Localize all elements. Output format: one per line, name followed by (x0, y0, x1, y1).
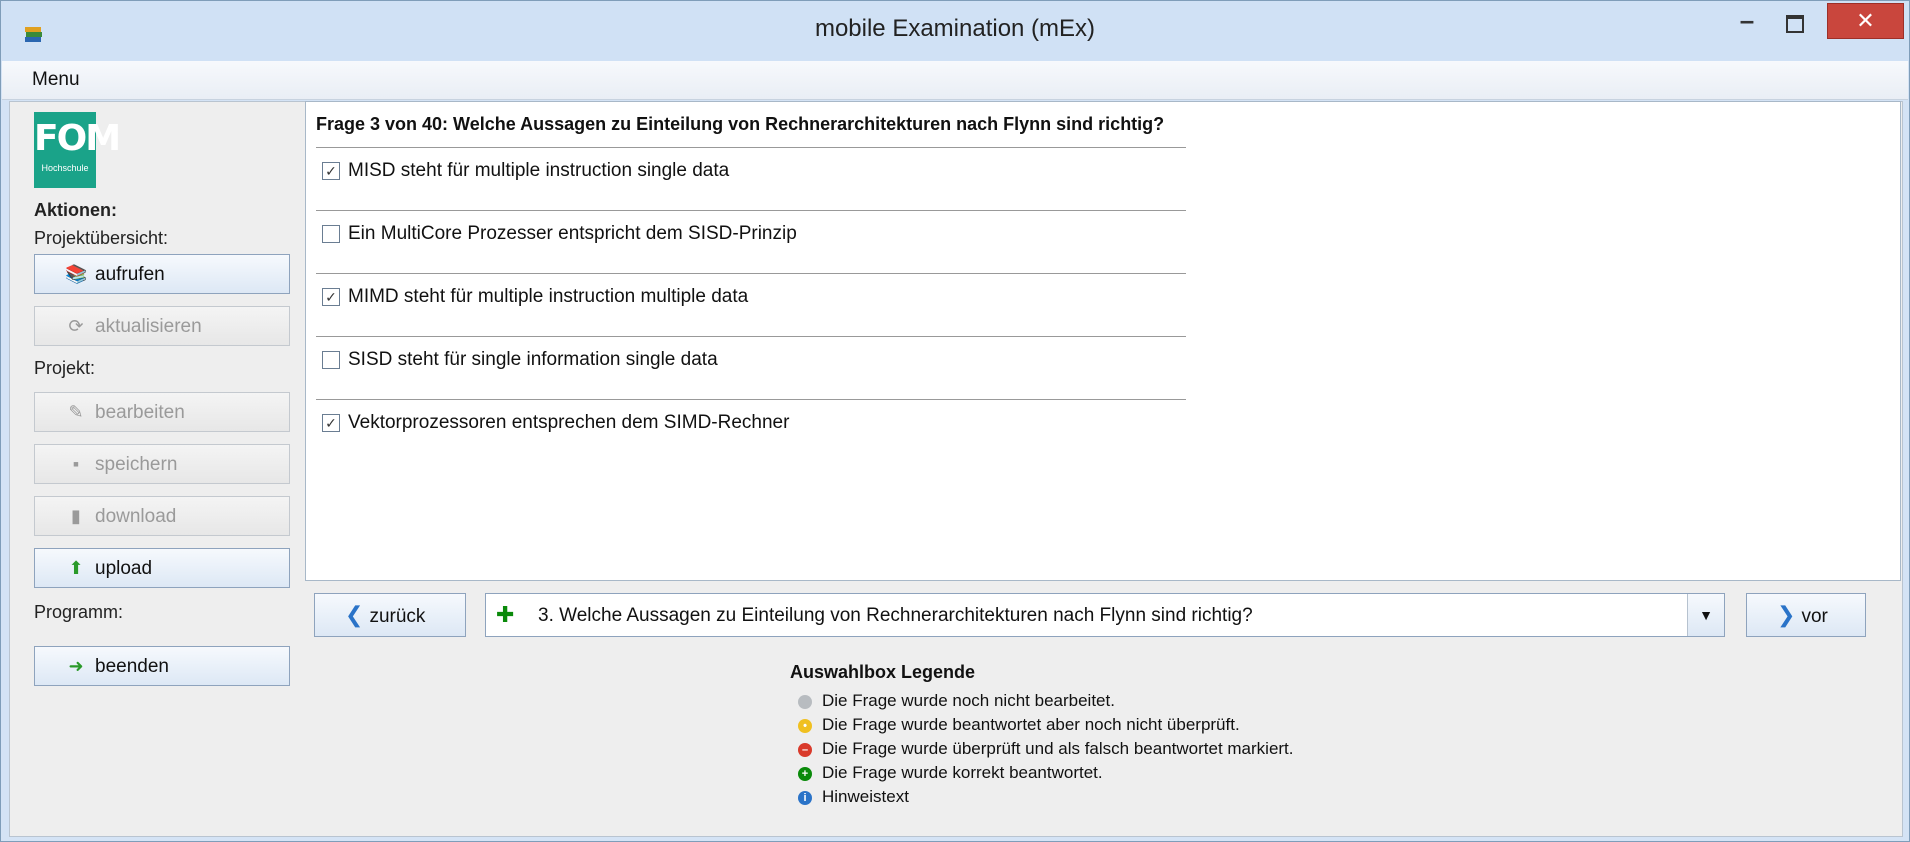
separator (316, 336, 1186, 337)
green-plus-icon: + (798, 766, 812, 781)
option-checkbox[interactable]: ✓ (322, 161, 340, 180)
legend-item: Die Frage wurde noch nicht bearbeitet. (798, 691, 1115, 711)
red-minus-icon: – (798, 742, 812, 757)
option-label: Vektorprozessoren entsprechen dem SIMD-R… (348, 412, 790, 433)
beenden-button[interactable]: ➜ beenden (34, 646, 290, 686)
main-content: FOM Hochschule Aktionen: Projektübersich… (9, 101, 1903, 837)
logo-text: FOM (34, 118, 121, 159)
legend-text: Hinweistext (822, 787, 909, 806)
fom-logo: FOM Hochschule (34, 112, 121, 188)
menu-item-menu[interactable]: Menu (32, 69, 80, 91)
minimize-button[interactable]: – (1729, 5, 1765, 43)
maximize-button[interactable] (1777, 7, 1813, 45)
legend-item: i Hinweistext (798, 787, 909, 807)
separator (316, 147, 1186, 148)
option-label: Ein MultiCore Prozesser entspricht dem S… (348, 223, 797, 244)
speichern-label: speichern (95, 454, 178, 475)
floppy-icon: ▪ (72, 454, 80, 474)
question-select[interactable]: ✚ 3. Welche Aussagen zu Einteilung von R… (485, 593, 1725, 637)
download-icon: ▮ (71, 506, 81, 526)
upload-label: upload (95, 558, 153, 579)
option-row[interactable]: ✓ MIMD steht für multiple instruction mul… (322, 286, 748, 308)
upload-icon: ⬆ (68, 558, 84, 578)
option-checkbox[interactable] (322, 350, 340, 369)
legend-text: Die Frage wurde noch nicht bearbeitet. (822, 691, 1115, 710)
aktualisieren-button[interactable]: ⟳ aktualisieren (34, 306, 290, 346)
next-button[interactable]: ❯ vor (1746, 593, 1866, 637)
option-label: MIMD steht für multiple instruction mult… (348, 286, 749, 307)
legend-item: • Die Frage wurde beantwortet aber noch n… (798, 715, 1240, 735)
option-row[interactable]: ✓ Vektorprozessoren entsprechen dem SIMD-… (322, 412, 789, 434)
option-checkbox[interactable]: ✓ (322, 413, 340, 432)
option-label: SISD steht für single information single… (348, 349, 718, 370)
download-button[interactable]: ▮ download (34, 496, 290, 536)
grey-dot-icon (798, 694, 812, 709)
legend-text: Die Frage wurde überprüft und als falsch… (822, 739, 1294, 758)
upload-button[interactable]: ⬆ upload (34, 548, 290, 588)
projekt-label: Projekt: (34, 358, 96, 378)
chevron-right-icon: ❯ (1777, 602, 1796, 627)
title-bar: mobile Examination (mEx) – ✕ (1, 1, 1909, 61)
option-row[interactable]: Ein MultiCore Prozesser entspricht dem S… (322, 223, 797, 245)
chevron-left-icon: ❮ (345, 602, 364, 627)
legend-title: Auswahlbox Legende (790, 662, 976, 682)
option-checkbox[interactable] (322, 224, 340, 243)
close-button[interactable]: ✕ (1827, 3, 1904, 39)
speichern-button[interactable]: ▪ speichern (34, 444, 290, 484)
selected-question: 3. Welche Aussagen zu Einteilung von Rec… (538, 605, 1253, 626)
next-label: vor (1801, 606, 1828, 627)
refresh-icon: ⟳ (68, 316, 84, 336)
yellow-dot-icon: • (798, 718, 812, 733)
separator (316, 210, 1186, 211)
bearbeiten-label: bearbeiten (95, 402, 185, 423)
logo-subtext: Hochschule (41, 163, 89, 173)
exit-icon: ➜ (68, 656, 84, 676)
option-label: MISD steht für multiple instruction sing… (348, 160, 730, 181)
books-icon: 📚 (65, 264, 88, 284)
aufrufen-label: aufrufen (95, 264, 165, 285)
programm-label: Programm: (34, 602, 124, 622)
beenden-label: beenden (95, 656, 169, 677)
dropdown-arrow-icon[interactable]: ▼ (1687, 594, 1724, 636)
legend-text: Die Frage wurde korrekt beantwortet. (822, 763, 1103, 782)
download-label: download (95, 506, 177, 527)
pencil-icon: ✎ (68, 402, 84, 422)
app-window: mobile Examination (mEx) – ✕ Menu FOM Ho… (0, 0, 1910, 842)
question-panel: Frage 3 von 40: Welche Aussagen zu Einte… (305, 101, 1901, 581)
separator (316, 399, 1186, 400)
question-title: Frage 3 von 40: Welche Aussagen zu Einte… (316, 114, 1165, 134)
aufrufen-button[interactable]: 📚 aufrufen (34, 254, 290, 294)
correct-status-icon: ✚ (496, 602, 515, 627)
maximize-icon (1786, 15, 1804, 33)
aktionen-heading: Aktionen: (34, 200, 117, 220)
separator (316, 273, 1186, 274)
window-title: mobile Examination (mEx) (814, 15, 1096, 42)
aktualisieren-label: aktualisieren (95, 316, 202, 337)
projektuebersicht-label: Projektübersicht: (34, 228, 169, 248)
legend-item: + Die Frage wurde korrekt beantwortet. (798, 763, 1103, 783)
legend-item: – Die Frage wurde überprüft und als falsc… (798, 739, 1294, 759)
bearbeiten-button[interactable]: ✎ bearbeiten (34, 392, 290, 432)
back-label: zurück (369, 606, 426, 627)
info-icon: i (798, 790, 812, 805)
back-button[interactable]: ❮ zurück (314, 593, 466, 637)
option-row[interactable]: ✓ MISD steht für multiple instruction sin… (322, 160, 729, 182)
legend-text: Die Frage wurde beantwortet aber noch ni… (822, 715, 1240, 734)
option-checkbox[interactable]: ✓ (322, 287, 340, 306)
option-row[interactable]: SISD steht für single information single… (322, 349, 718, 371)
menu-bar: Menu (2, 61, 1908, 100)
